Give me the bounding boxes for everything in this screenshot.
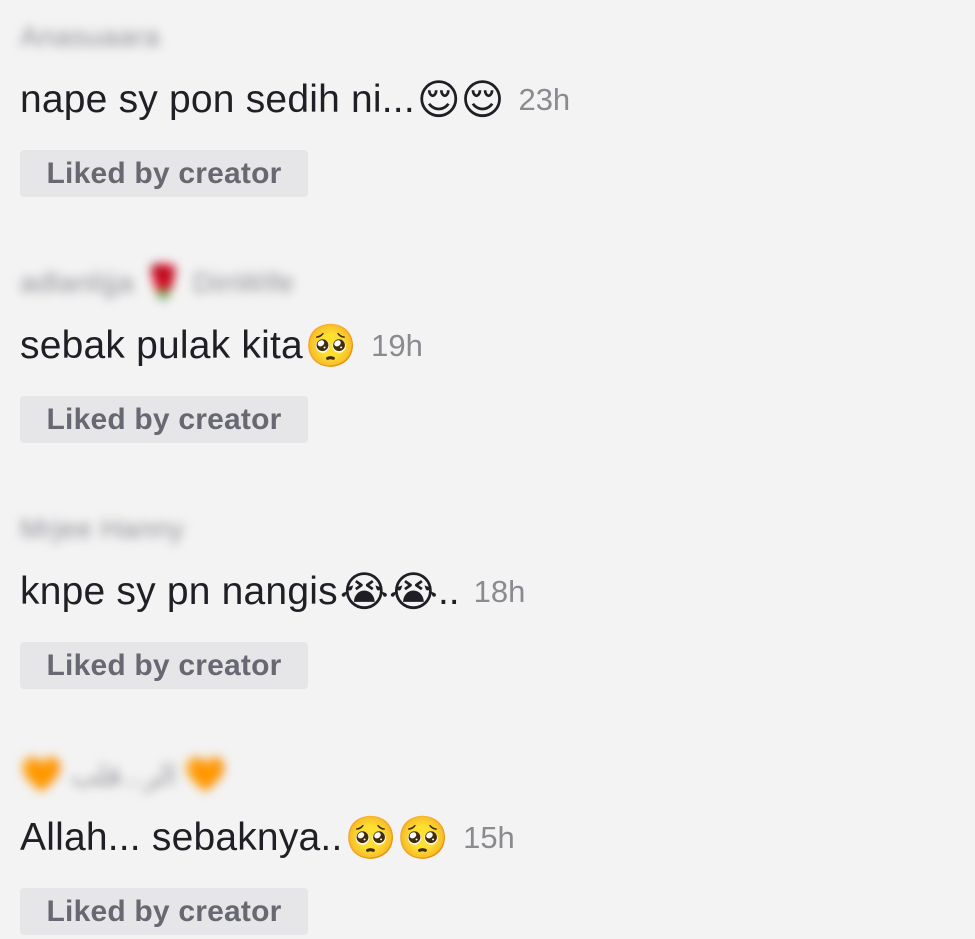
username-text[interactable]: ﺍﻟﺮ...ﻗﻠﺐ [71, 759, 176, 792]
comment-time: 19h [371, 328, 423, 363]
username-text[interactable]: DinWife [193, 267, 295, 299]
rose-icon: 🌹 [141, 264, 185, 302]
comment-time: 23h [518, 82, 571, 117]
comment-line: knpe sy pn nangis 😭😭 .. 18h [20, 564, 525, 620]
orange-heart-icon: 🧡 [20, 756, 63, 794]
liked-by-creator-badge: Liked by creator [20, 642, 308, 689]
comment-time: 15h [463, 820, 515, 855]
comment-username[interactable]: adlanlijja 🌹 DinWife [20, 266, 294, 300]
loudly-crying-face-emoji-icon: 😭😭 [339, 567, 438, 616]
liked-by-creator-badge: Liked by creator [20, 888, 308, 935]
pleading-face-emoji-icon: 🥺 [304, 321, 358, 370]
comment-text: knpe sy pn nangis [20, 570, 338, 613]
username-text[interactable]: Anasuaara [20, 21, 160, 53]
comment-username[interactable]: Anasuaara [20, 20, 160, 54]
username-text[interactable]: Mrjee Hanny [20, 513, 184, 545]
comment-text: nape sy pon sedih ni... [20, 78, 415, 121]
comment-time: 18h [473, 574, 526, 609]
comment-line: sebak pulak kita 🥺 19h [20, 318, 423, 374]
liked-by-creator-badge: Liked by creator [20, 150, 308, 197]
pleading-face-emoji-icon: 🥺🥺 [344, 813, 450, 862]
comment-line: Allah... sebaknya.. 🥺🥺 15h [20, 810, 515, 866]
comment-suffix: .. [437, 570, 460, 613]
comment-line: nape sy pon sedih ni... 😌😌 23h [20, 72, 570, 128]
relieved-face-emoji-icon: 😌😌 [416, 75, 505, 124]
comment-text: Allah... sebaknya.. [20, 816, 343, 859]
orange-heart-icon: 🧡 [184, 756, 227, 794]
comment-username[interactable]: Mrjee Hanny [20, 512, 184, 546]
username-text[interactable]: adlanlijja [20, 267, 134, 299]
liked-by-creator-badge: Liked by creator [20, 396, 308, 443]
comment-username[interactable]: 🧡 ﺍﻟﺮ...ﻗﻠﺐ 🧡 [20, 758, 227, 792]
comment-text: sebak pulak kita [20, 324, 303, 367]
